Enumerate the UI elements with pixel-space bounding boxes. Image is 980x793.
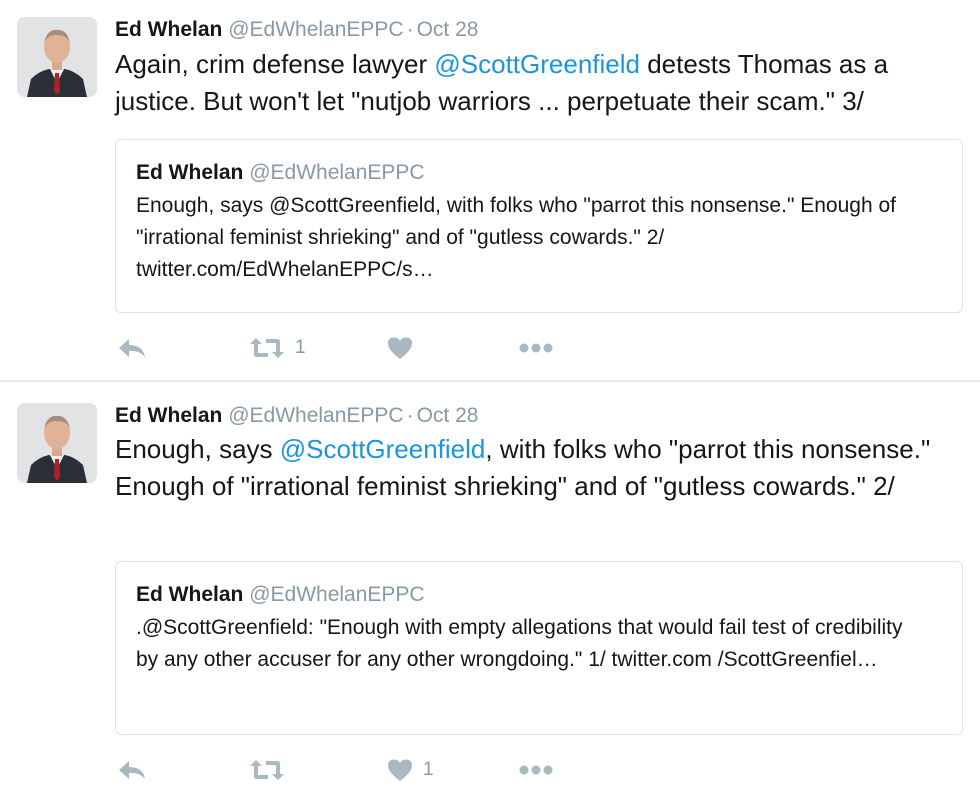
tweet-actions: 1 (115, 755, 615, 785)
reply-icon (117, 336, 147, 360)
author-handle[interactable]: @EdWhelanEPPC (228, 18, 403, 41)
reply-icon (117, 758, 147, 782)
like-count: 1 (423, 759, 434, 780)
author-name[interactable]: Ed Whelan (115, 404, 222, 427)
retweet-button[interactable]: 1 (249, 333, 306, 363)
quoted-tweet-text: Enough, says @ScottGreenfield, with folk… (136, 194, 896, 281)
quoted-tweet-text: .@ScottGreenfield: "Enough with empty al… (136, 616, 903, 671)
separator: · (406, 404, 414, 427)
more-button[interactable] (519, 333, 553, 363)
retweet-icon (249, 336, 285, 360)
author-handle[interactable]: @EdWhelanEPPC (228, 404, 403, 427)
retweet-count: 1 (295, 337, 306, 358)
tweet-date[interactable]: Oct 28 (417, 18, 479, 41)
tweet[interactable]: Ed Whelan @EdWhelanEPPC · Oct 28 Again, cr… (0, 0, 980, 381)
retweet-button[interactable] (249, 755, 295, 785)
more-icon (519, 764, 553, 776)
avatar[interactable] (17, 403, 97, 483)
separator: · (406, 18, 414, 41)
quoted-tweet[interactable]: Ed Whelan @EdWhelanEPPC Enough, says @Sc… (115, 139, 963, 313)
quoted-author-handle: @EdWhelanEPPC (249, 583, 425, 606)
reply-button[interactable] (117, 333, 147, 363)
heart-icon (387, 336, 413, 360)
tweet-date[interactable]: Oct 28 (417, 404, 479, 427)
tweet-text: Enough, says @ScottGreenfield, with folk… (115, 431, 955, 505)
quoted-author-name: Ed Whelan (136, 161, 244, 184)
quoted-tweet-header: Ed Whelan @EdWhelanEPPC (136, 582, 942, 608)
like-button[interactable]: 1 (387, 755, 434, 785)
tweet[interactable]: Ed Whelan @EdWhelanEPPC · Oct 28 Enough, s… (0, 382, 980, 793)
tweet-header: Ed Whelan @EdWhelanEPPC · Oct 28 (115, 17, 478, 43)
quoted-author-name: Ed Whelan (136, 583, 244, 606)
author-name[interactable]: Ed Whelan (115, 18, 222, 41)
reply-button[interactable] (117, 755, 147, 785)
quoted-tweet-header: Ed Whelan @EdWhelanEPPC (136, 160, 942, 186)
avatar[interactable] (17, 17, 97, 97)
mention-link[interactable]: @ScottGreenfield (434, 49, 640, 79)
quoted-author-handle: @EdWhelanEPPC (249, 161, 425, 184)
mention-link[interactable]: @ScottGreenfield (280, 434, 486, 464)
tweet-text-before: Again, crim defense lawyer (115, 49, 435, 79)
tweet-header: Ed Whelan @EdWhelanEPPC · Oct 28 (115, 403, 478, 429)
tweet-actions: 1 (115, 333, 615, 363)
tweet-text-before: Enough, says (115, 434, 280, 464)
retweet-icon (249, 758, 285, 782)
quoted-tweet[interactable]: Ed Whelan @EdWhelanEPPC .@ScottGreenfiel… (115, 561, 963, 735)
heart-icon (387, 758, 413, 782)
tweet-text: Again, crim defense lawyer @ScottGreenfi… (115, 46, 955, 120)
more-button[interactable] (519, 755, 553, 785)
more-icon (519, 342, 553, 354)
like-button[interactable] (387, 333, 423, 363)
